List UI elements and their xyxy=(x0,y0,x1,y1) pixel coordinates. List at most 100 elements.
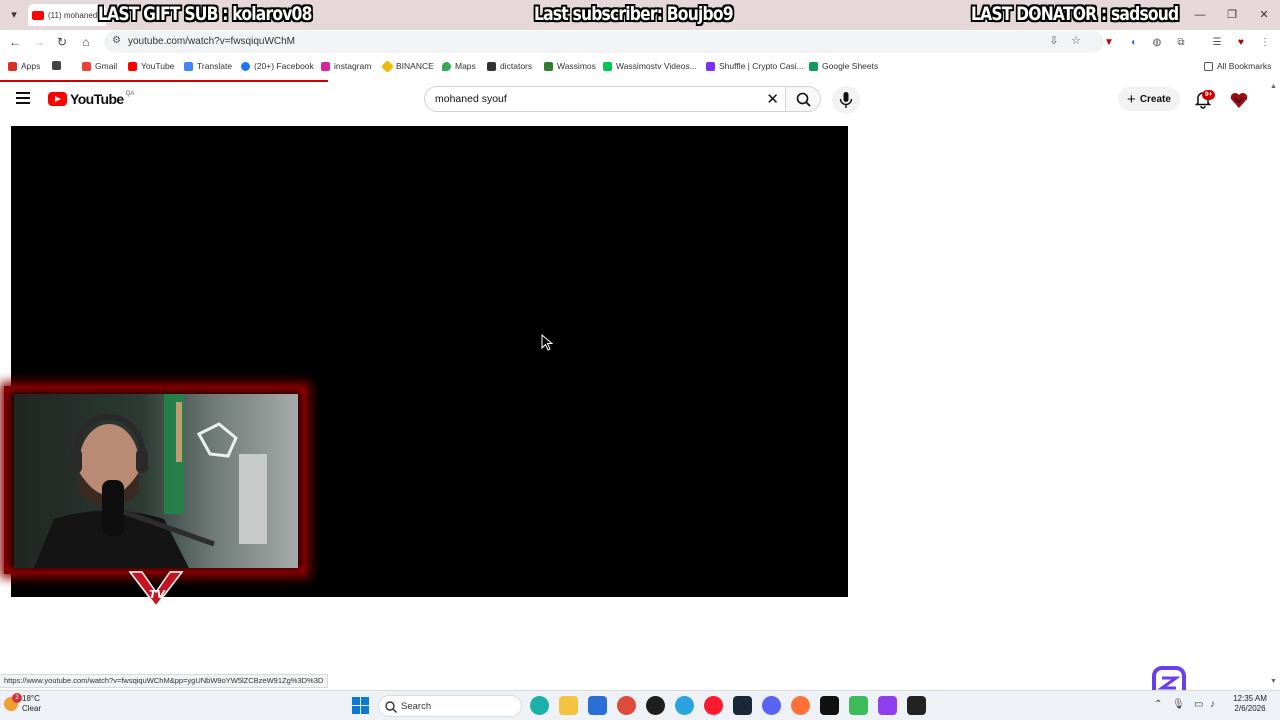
reload-icon[interactable]: ↻ xyxy=(53,33,71,51)
bookmark-gmail[interactable]: Gmail xyxy=(82,61,117,71)
bookmark-label: BINANCE xyxy=(396,61,434,71)
maps-pin-icon xyxy=(442,61,451,71)
microphone-tray-icon[interactable]: 🎙 xyxy=(1172,699,1185,710)
youtube-icon xyxy=(128,61,137,71)
forward-icon[interactable]: → xyxy=(30,33,48,51)
temperature: 18°C xyxy=(22,694,40,703)
discord-icon[interactable] xyxy=(762,696,781,715)
steam-icon[interactable] xyxy=(733,696,752,715)
scroll-up-icon[interactable]: ▲ xyxy=(1270,83,1277,90)
bookmark-label: Apps xyxy=(21,61,41,71)
extensions-puzzle-icon[interactable]: ⧉ xyxy=(1174,36,1188,50)
address-url: youtube.com/watch?v=fwsqiquWChM xyxy=(128,36,296,47)
folder-icon xyxy=(1204,61,1213,71)
system-clock[interactable]: 12:35 AM 2/6/2026 xyxy=(1228,694,1272,714)
streamer-image xyxy=(14,394,298,568)
binance-app-icon[interactable] xyxy=(907,696,926,715)
sheets-icon xyxy=(809,61,818,71)
overlay-last-donator: LAST DONATOR : sadsoud xyxy=(971,3,1179,25)
install-icon[interactable]: ⇩ xyxy=(1046,34,1062,47)
app-green-icon[interactable] xyxy=(849,696,868,715)
clear-search-icon[interactable]: ✕ xyxy=(766,90,779,108)
tray-chevron-icon[interactable]: ⌃ xyxy=(1154,699,1162,710)
bookmark-shuffle[interactable]: Shuffle | Crypto Casi... xyxy=(706,61,804,71)
app-black-icon[interactable] xyxy=(820,696,839,715)
notification-badge: 9+ xyxy=(1202,90,1216,100)
status-bar-url: https://www.youtube.com/watch?v=fwsqiquW… xyxy=(0,674,329,688)
taskbar-search-label: Search xyxy=(401,701,432,712)
display-icon[interactable]: ▭ xyxy=(1194,699,1203,710)
back-icon[interactable]: ← xyxy=(6,33,24,51)
search-input[interactable]: mohaned syouf ✕ xyxy=(424,86,785,112)
bookmark-grid[interactable] xyxy=(52,61,65,70)
search-icon xyxy=(796,92,811,107)
taskbar-search[interactable]: Search xyxy=(378,695,522,717)
file-explorer-icon[interactable] xyxy=(559,696,578,715)
close-icon[interactable]: ✕ xyxy=(1248,0,1280,30)
bookmark-sheets[interactable]: Google Sheets xyxy=(809,61,878,71)
menu-icon[interactable] xyxy=(16,92,30,104)
extension-2-icon[interactable]: ◖ xyxy=(1126,36,1140,50)
bookmark-wassimos[interactable]: Wassimos xyxy=(544,61,596,71)
youtube-play-icon xyxy=(48,92,67,106)
all-bookmarks-label: All Bookmarks xyxy=(1217,61,1272,71)
bookmark-label: Translate xyxy=(197,61,233,71)
weather-widget[interactable]: 18°C Clear xyxy=(22,694,41,714)
avatar-heart-icon xyxy=(1230,92,1248,108)
country-code: QA xyxy=(125,91,135,97)
search-button[interactable] xyxy=(785,86,821,112)
store-icon[interactable] xyxy=(588,696,607,715)
youtube-wordmark: YouTube xyxy=(70,91,124,107)
active-tab[interactable]: (11) mohaned xyxy=(28,4,106,26)
bookmark-youtube[interactable]: YouTube xyxy=(128,61,174,71)
chrome-icon[interactable] xyxy=(617,696,636,715)
windows-start-icon[interactable] xyxy=(352,697,369,714)
bookmark-star-icon[interactable]: ☆ xyxy=(1068,34,1084,47)
profile-icon[interactable]: ♥ xyxy=(1234,36,1248,50)
webcam-overlay: TV xyxy=(0,382,310,608)
bookmark-dictators[interactable]: dictators xyxy=(487,61,532,71)
kick-icon xyxy=(603,61,612,71)
edge-icon[interactable] xyxy=(530,696,549,715)
bookmark-facebook[interactable]: (20+) Facebook xyxy=(241,61,314,71)
bookmark-binance[interactable]: BINANCE xyxy=(381,59,434,73)
shuffle-icon xyxy=(706,61,715,71)
bookmark-translate[interactable]: Translate xyxy=(184,61,232,71)
search-icon xyxy=(385,701,398,714)
mouse-cursor-icon xyxy=(541,334,553,351)
firefox-icon[interactable] xyxy=(791,696,810,715)
youtube-favicon-icon xyxy=(32,10,44,20)
bookmark-label: Shuffle | Crypto Casi... xyxy=(719,61,804,71)
address-bar[interactable]: ⚙ youtube.com/watch?v=fwsqiquWChM ⇩ ☆ xyxy=(104,31,1104,53)
home-icon[interactable]: ⌂ xyxy=(77,33,95,51)
site-info-icon[interactable]: ⚙ xyxy=(112,35,121,46)
voice-search-button[interactable] xyxy=(832,86,860,114)
scroll-down-icon[interactable]: ▼ xyxy=(1270,678,1277,685)
bookmark-instagram[interactable]: instagram xyxy=(321,61,371,71)
all-bookmarks[interactable]: All Bookmarks xyxy=(1204,61,1271,71)
bookmark-wassimostv[interactable]: Wassimostv Videos... xyxy=(603,61,697,71)
app-icon[interactable] xyxy=(646,696,665,715)
browser-menu-icon[interactable]: ⋮ xyxy=(1258,36,1272,50)
volume-icon[interactable]: ♪ xyxy=(1210,699,1215,710)
tab-search-icon[interactable]: ▾ xyxy=(6,7,22,23)
bookmark-apps[interactable]: Apps xyxy=(8,61,40,71)
youtube-header: YouTube QA mohaned syouf ✕ + Create xyxy=(0,82,1280,118)
extension-1-icon[interactable]: ▼ xyxy=(1102,36,1116,50)
bookmark-label: dictators xyxy=(500,61,533,71)
reading-list-icon[interactable]: ☰ xyxy=(1210,36,1224,50)
address-row: ← → ↻ ⌂ ⚙ youtube.com/watch?v=fwsqiquWCh… xyxy=(0,30,1280,54)
bookmark-maps[interactable]: Maps xyxy=(442,61,476,71)
avatar[interactable] xyxy=(1228,89,1250,111)
extension-3-icon[interactable]: ◍ xyxy=(1150,36,1164,50)
maximize-icon[interactable]: ❐ xyxy=(1216,0,1248,30)
youtube-logo[interactable]: YouTube QA xyxy=(48,91,134,107)
instagram-icon xyxy=(321,61,330,71)
opera-icon[interactable] xyxy=(704,696,723,715)
minimize-icon[interactable]: — xyxy=(1184,0,1216,30)
create-button[interactable]: + Create xyxy=(1118,87,1180,111)
telegram-icon[interactable] xyxy=(675,696,694,715)
bookmarks-bar: Apps Gmail YouTube Translate (20+) Faceb… xyxy=(0,56,1280,78)
svg-text:TV: TV xyxy=(149,588,167,601)
app-purple-icon[interactable] xyxy=(878,696,897,715)
